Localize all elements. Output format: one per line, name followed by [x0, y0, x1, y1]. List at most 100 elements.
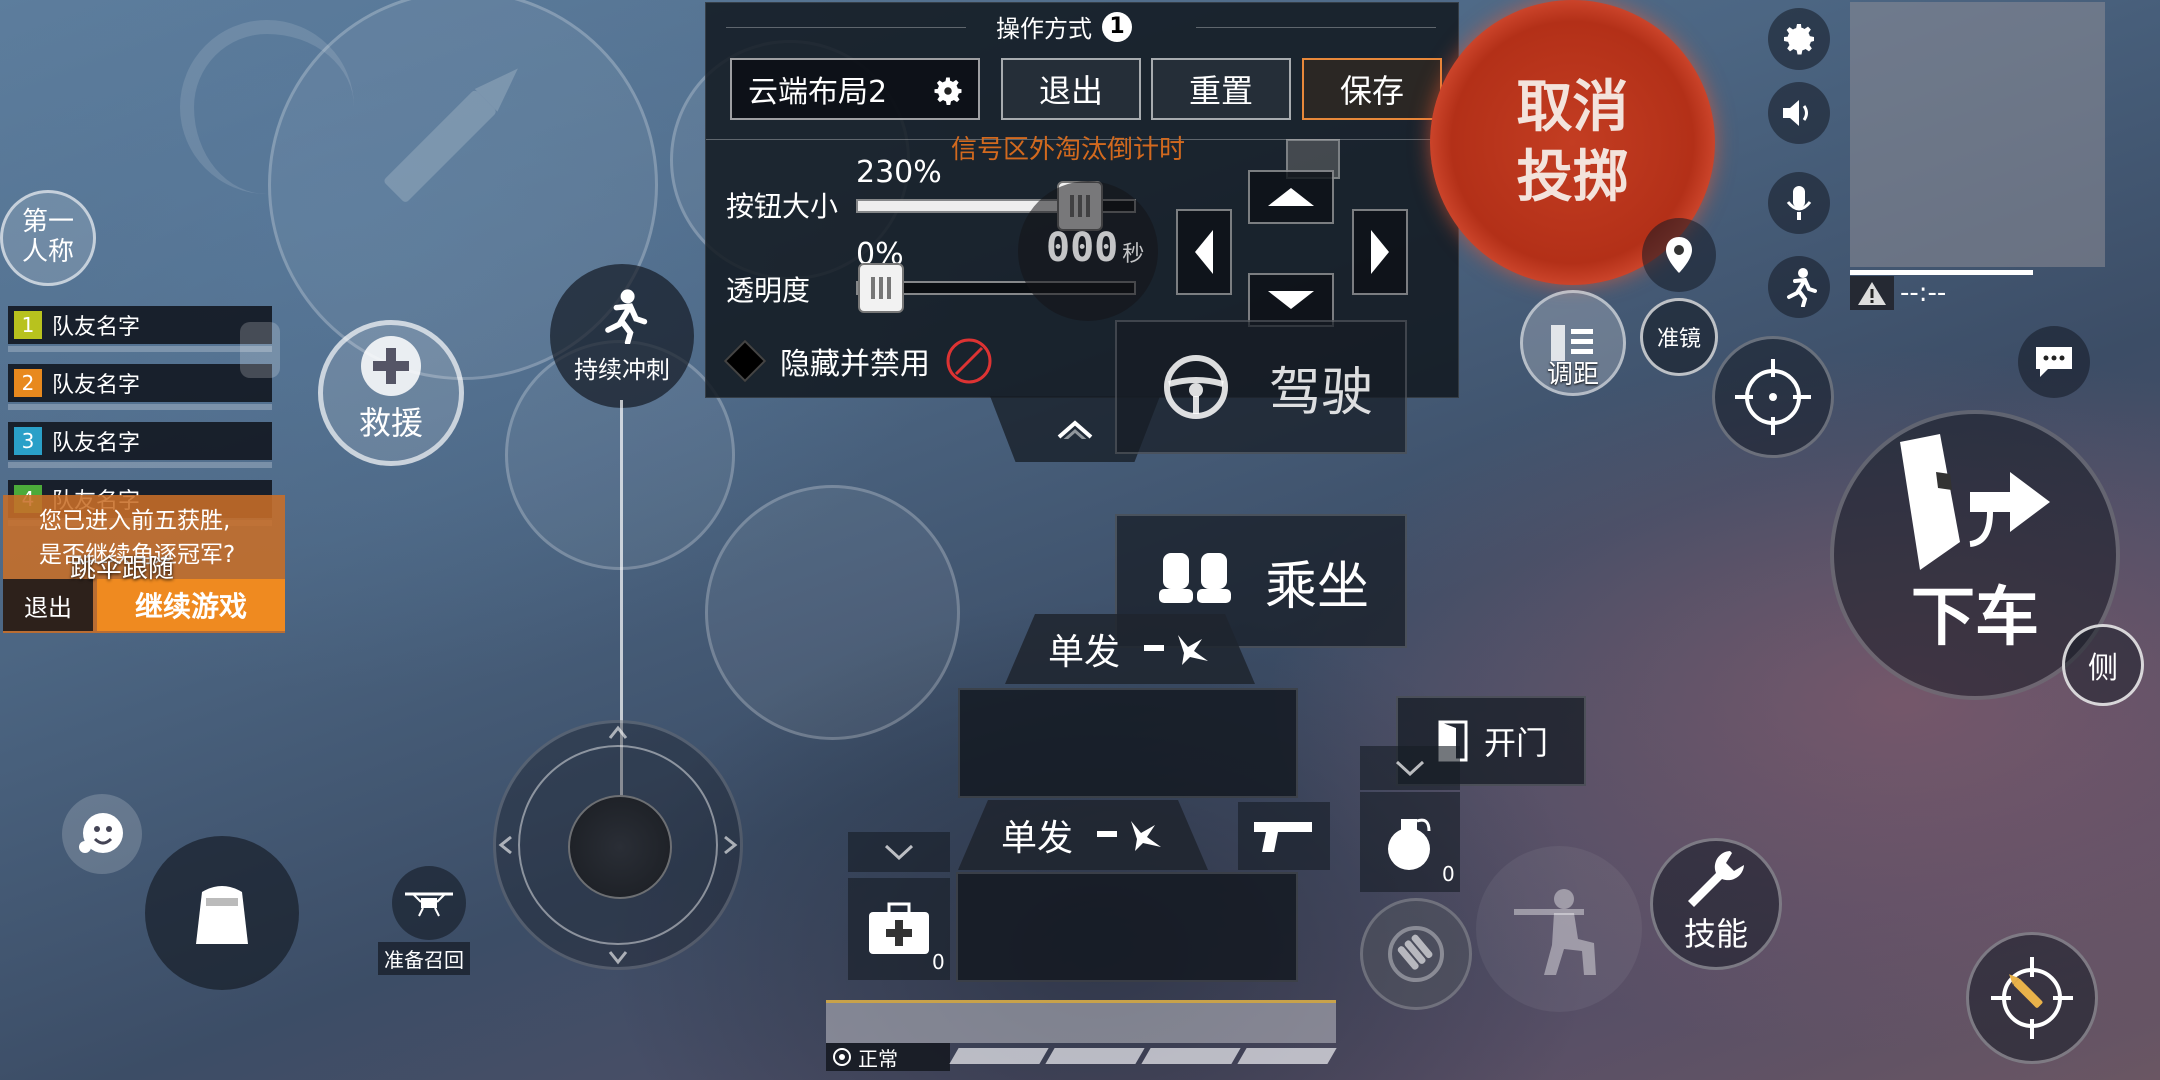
move-down-button[interactable]	[1248, 273, 1334, 327]
skill-button[interactable]: 技能	[1650, 838, 1782, 970]
countdown-unit: 秒	[1122, 242, 1145, 267]
countdown-digits: 000	[1046, 225, 1119, 271]
panel-divider-right	[1196, 27, 1436, 28]
exit-button[interactable]: 退出	[1001, 58, 1141, 120]
layout-select[interactable]: 云端布局2	[730, 58, 980, 120]
team-member-health-bar	[8, 462, 272, 468]
speaker-icon	[1783, 100, 1808, 126]
signal-warning-text: 信号区外淘汰倒计时	[951, 135, 1186, 165]
fire-mode-toggle-bottom[interactable]: 单发	[958, 800, 1208, 870]
microphone-button[interactable]	[1768, 172, 1830, 234]
save-button[interactable]: 保存	[1302, 58, 1442, 120]
stamina-segment	[1045, 1048, 1145, 1064]
move-up-button[interactable]	[1248, 170, 1334, 224]
gear-icon	[1784, 24, 1814, 55]
chat-bubble-icon	[2036, 347, 2072, 377]
diamond-icon	[723, 339, 767, 383]
backpack-button[interactable]	[145, 836, 299, 990]
extinguisher-icon	[240, 322, 280, 378]
speaker-button[interactable]	[1768, 82, 1830, 144]
hide-disable-toggle[interactable]: 隐藏并禁用	[723, 336, 994, 386]
team-member-number: 2	[14, 369, 42, 397]
steering-wheel-icon	[1164, 355, 1228, 419]
perspective-toggle-button[interactable]: 第一 人称	[0, 190, 96, 286]
adjust-distance-label: 调距	[1546, 360, 1599, 390]
continue-game-button[interactable]: 继续游戏	[97, 579, 285, 631]
settings-button[interactable]	[1768, 8, 1830, 70]
fire-mode-bottom-label: 单发	[1000, 818, 1073, 859]
sprint-button[interactable]: 持续冲刺	[550, 264, 694, 408]
up-arrow-icon	[1268, 188, 1314, 206]
team-member-health-bar	[8, 346, 272, 352]
sprint-label: 持续冲刺	[574, 355, 670, 384]
crosshair-icon	[1735, 359, 1811, 435]
running-man-icon	[605, 288, 648, 344]
right-arrow-icon	[1371, 230, 1389, 274]
move-right-button[interactable]	[1352, 209, 1408, 295]
weapon-slot-2[interactable]	[956, 872, 1298, 982]
panel-divider-left	[726, 27, 966, 28]
team-member-row: 3 队友名字	[8, 422, 272, 460]
drone-button[interactable]	[392, 866, 466, 940]
top5-line1: 您已进入前五获胜,	[39, 508, 231, 534]
grenade-icon	[1388, 818, 1431, 870]
chevron-up-icon	[1057, 420, 1093, 439]
weapon-slot-1[interactable]	[958, 688, 1298, 798]
reload-ammo-icon	[1388, 926, 1444, 982]
fire-mode-toggle-top[interactable]: 单发	[1005, 614, 1255, 684]
opacity-handle[interactable]	[858, 263, 904, 313]
reset-button[interactable]: 重置	[1151, 58, 1291, 120]
single-fire-icon	[1097, 821, 1161, 851]
status-normal-label: 正常	[858, 1046, 898, 1071]
health-bar-frame	[826, 1000, 1336, 1043]
team-member-row: 2 队友名字	[8, 364, 272, 402]
stamina-segment	[1141, 1048, 1241, 1064]
button-size-label: 按钮大小	[726, 190, 839, 223]
emote-button[interactable]	[62, 794, 142, 874]
throwable-dropdown-button[interactable]	[1360, 746, 1460, 790]
fire-button[interactable]	[1966, 932, 2098, 1064]
drone-recall-label: 准备召回	[378, 942, 470, 975]
warning-icon	[1850, 276, 1894, 310]
seats-icon	[1159, 553, 1231, 603]
chat-button[interactable]	[2018, 326, 2090, 398]
continue-game-label: 继续游戏	[134, 590, 247, 623]
chevron-down-icon	[1395, 760, 1425, 776]
team-member-name: 队友名字	[52, 315, 141, 340]
team-member-number: 1	[14, 311, 42, 339]
status-normal-badge: 正常	[826, 1043, 950, 1071]
running-man-icon	[1787, 268, 1817, 307]
move-left-button[interactable]	[1176, 209, 1232, 295]
panel-title-badge: 1	[1102, 11, 1132, 42]
microphone-icon	[1786, 186, 1812, 220]
drive-button[interactable]: 驾驶	[1115, 320, 1407, 454]
open-door-label: 开门	[1484, 724, 1549, 762]
scope-button[interactable]: 准镜	[1640, 298, 1718, 376]
sprint-toggle-button[interactable]	[1768, 256, 1830, 318]
rescue-button[interactable]: 救援	[318, 320, 464, 466]
emote-face-icon	[79, 813, 123, 853]
reload-button[interactable]	[1360, 898, 1472, 1010]
top5-exit-button[interactable]: 退出	[3, 579, 93, 631]
side-peek-label: 侧	[2088, 651, 2118, 686]
opacity-label: 透明度	[726, 274, 811, 307]
fire-mode-top-label: 单发	[1047, 632, 1120, 673]
team-member-number: 3	[14, 427, 42, 455]
chevron-down-icon	[884, 844, 914, 860]
drive-label: 驾驶	[1269, 362, 1374, 423]
crouch-button[interactable]	[1476, 846, 1642, 1012]
minimap[interactable]	[1850, 2, 2105, 267]
mark-location-button[interactable]	[1642, 218, 1716, 292]
medkit-icon	[869, 902, 929, 954]
meds-dropdown-button[interactable]	[848, 832, 950, 872]
drone-icon	[405, 892, 453, 917]
signal-icon	[833, 1048, 851, 1066]
top5-exit-label: 退出	[24, 593, 72, 622]
rescue-label: 救援	[358, 404, 423, 442]
ride-label: 乘坐	[1265, 556, 1370, 617]
stamina-segment	[949, 1048, 1049, 1064]
aim-button[interactable]	[1712, 336, 1834, 458]
side-peek-button[interactable]: 侧	[2062, 624, 2144, 706]
pistol-slot[interactable]	[1238, 802, 1330, 870]
adjust-distance-button[interactable]: 调距	[1520, 290, 1626, 396]
